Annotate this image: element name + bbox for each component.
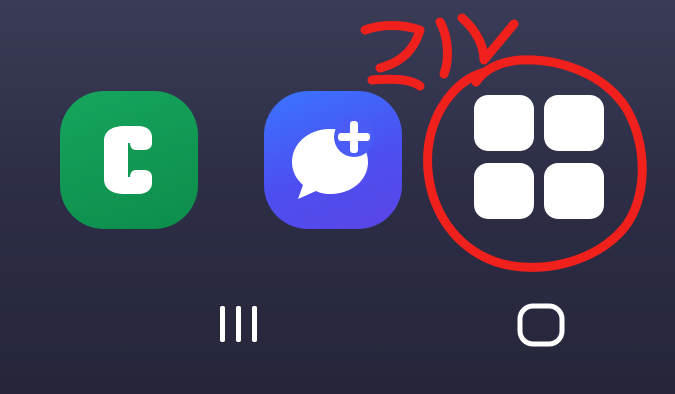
navigation-bar — [0, 290, 675, 394]
chat-bubble-plus-icon — [292, 117, 374, 199]
four-squares-grid-icon — [474, 95, 604, 219]
phone-handset-icon — [104, 126, 152, 194]
home-button[interactable] — [514, 300, 568, 348]
app-dock — [0, 0, 675, 290]
messages-app-icon[interactable] — [264, 91, 402, 229]
recents-button[interactable] — [214, 304, 264, 344]
phone-app-icon[interactable] — [60, 91, 198, 229]
three-bars-icon — [220, 306, 257, 342]
rounded-square-icon — [517, 303, 565, 347]
apps-drawer-button[interactable] — [466, 91, 612, 227]
